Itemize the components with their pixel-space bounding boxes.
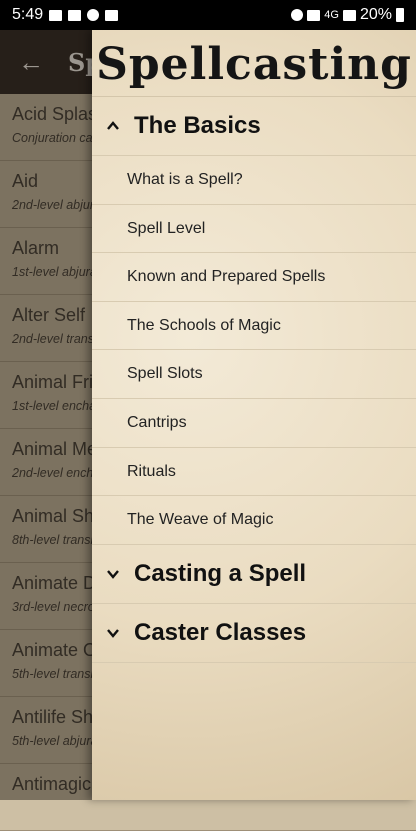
section-label: The Basics xyxy=(134,112,261,139)
drawer-menu-item[interactable]: What is a Spell? xyxy=(92,155,416,204)
image-icon xyxy=(105,9,119,21)
status-bar: 5:49 4G 20% xyxy=(0,0,416,30)
drawer-sections: The Basics What is a Spell? Spell Level Kno… xyxy=(92,97,416,663)
drawer-menu-item[interactable]: Rituals xyxy=(92,446,416,496)
drawer-menu-item[interactable]: Cantrips xyxy=(92,397,416,447)
mute-icon xyxy=(307,9,321,21)
battery-icon xyxy=(396,8,404,22)
mail-icon xyxy=(68,9,82,21)
battery-percent: 20% xyxy=(359,6,392,23)
section-label: Caster Classes xyxy=(134,618,307,646)
notification-icon xyxy=(87,9,100,21)
network-type: 4G xyxy=(324,9,339,21)
drawer-menu-item[interactable]: Spell Level xyxy=(92,203,416,253)
drawer-menu-item[interactable]: Known and Prepared Spells xyxy=(92,252,416,301)
chevron-down-icon xyxy=(106,567,126,581)
alarm-icon xyxy=(291,9,304,21)
drawer-menu-item[interactable]: The Weave of Magic xyxy=(92,495,416,544)
drawer-section-header[interactable]: The Basics xyxy=(92,97,416,155)
section-label: Casting a Spell xyxy=(134,559,307,587)
drawer-section-header[interactable]: Casting a Spell xyxy=(92,543,416,603)
status-time: 5:49 xyxy=(12,6,44,23)
navigation-drawer: Spellcasting The Basics What is a Spell? S… xyxy=(92,30,416,800)
drawer-divider xyxy=(92,661,416,663)
signal-icon xyxy=(342,9,356,21)
chevron-down-icon xyxy=(106,626,126,640)
drawer-menu-item[interactable]: The Schools of Magic xyxy=(92,300,416,350)
drawer-title: Spellcasting xyxy=(92,30,416,97)
drawer-menu-item[interactable]: Spell Slots xyxy=(92,349,416,398)
drawer-section-header[interactable]: Caster Classes xyxy=(92,602,416,662)
chevron-up-icon xyxy=(106,119,126,133)
folder-icon xyxy=(49,9,63,21)
